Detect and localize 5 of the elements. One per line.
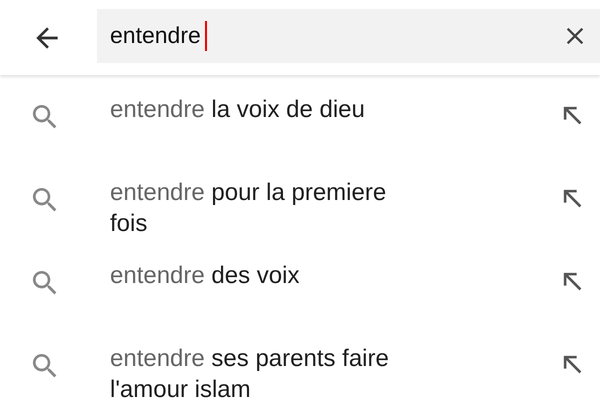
suggestion-text[interactable]: entendre la voix de dieu [110,94,410,125]
suggestion-text[interactable]: entendre pour la premiere fois [110,177,410,239]
suggestion-text[interactable]: entendre des voix [110,260,410,291]
search-field[interactable]: entendre [97,8,600,62]
suggestion-text[interactable]: entendre ses parents faire l'amour islam [110,343,410,405]
